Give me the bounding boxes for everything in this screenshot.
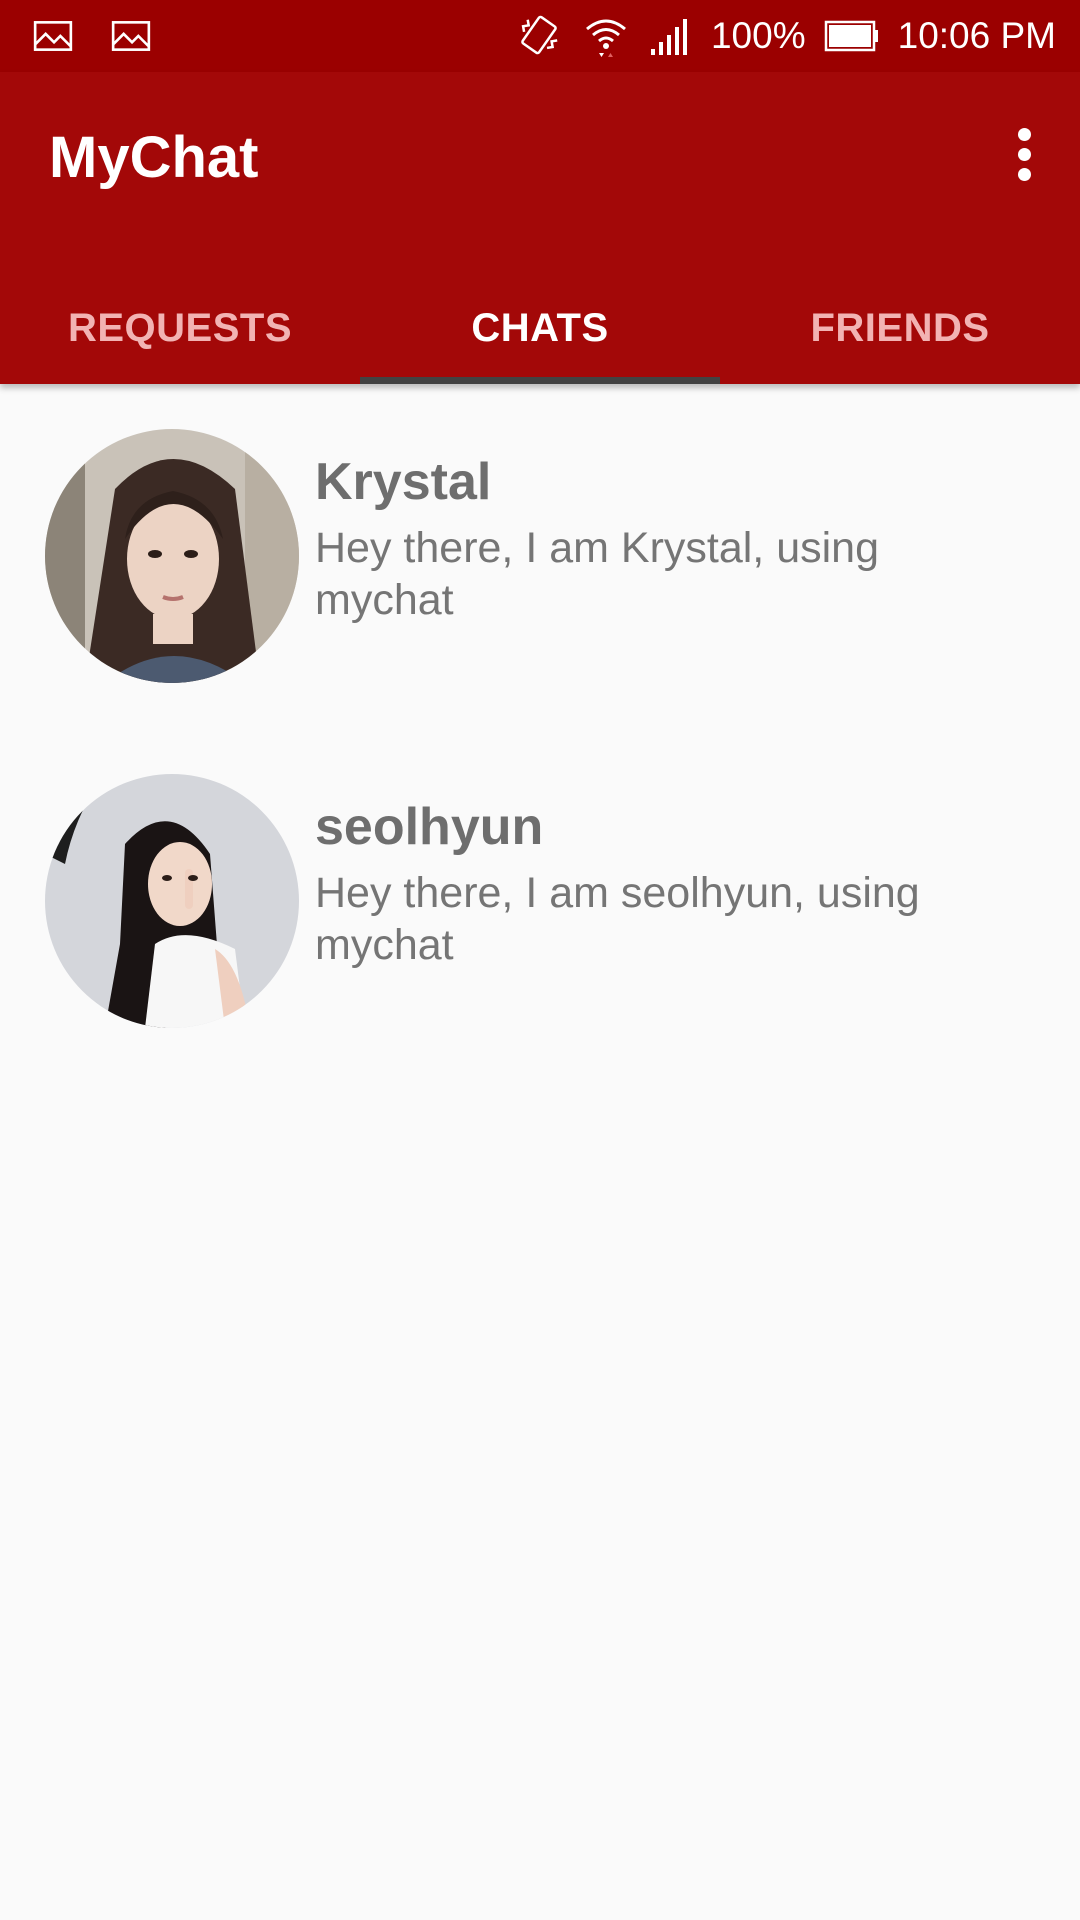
chat-status: Hey there, I am Krystal, using mychat [315,524,879,624]
image-icon [32,15,74,57]
app-title: MyChat [49,125,259,190]
image-icon [110,15,152,57]
chat-name: seolhyun [315,798,544,856]
tab-bar: REQUESTS CHATS FRIENDS [0,272,1080,384]
chat-text: seolhyun Hey there, I am seolhyun, using… [315,797,1015,971]
tab-friends[interactable]: FRIENDS [720,272,1080,384]
tab-chats[interactable]: CHATS [360,272,720,384]
notification-area [32,15,152,57]
wifi-icon [583,13,629,59]
app-bar: MyChat REQUESTS CHATS FRIENDS [0,72,1080,384]
avatar [45,774,299,1028]
chat-status: Hey there, I am seolhyun, using mychat [315,869,920,969]
battery-icon [824,16,880,56]
list-item[interactable]: Krystal Hey there, I am Krystal, using m… [0,384,1080,729]
system-status-area: 100% 10:06 PM [515,11,1056,61]
battery-percent: 100% [710,15,806,56]
status-bar: 100% 10:06 PM [0,0,1080,72]
clock: 10:06 PM [897,15,1056,56]
chat-list: Krystal Hey there, I am Krystal, using m… [0,384,1080,1074]
tab-requests[interactable]: REQUESTS [0,272,360,384]
chat-text: Krystal Hey there, I am Krystal, using m… [315,452,1015,626]
tab-chats-label: CHATS [471,305,609,350]
signal-icon [647,13,693,59]
avatar [45,429,299,683]
list-item[interactable]: seolhyun Hey there, I am seolhyun, using… [0,729,1080,1074]
more-vert-icon[interactable] [1002,124,1046,184]
chat-name: Krystal [315,453,492,511]
vibrate-icon [515,11,565,61]
tab-indicator [360,377,720,384]
